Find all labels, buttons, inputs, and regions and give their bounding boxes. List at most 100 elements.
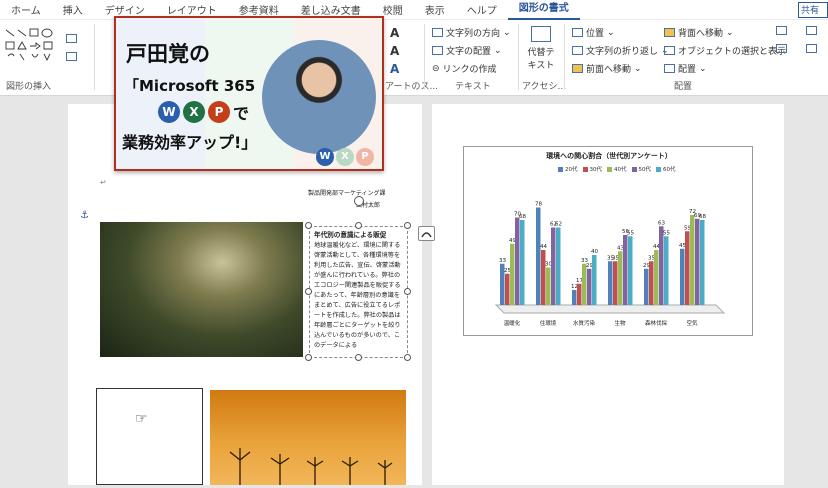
tab-design[interactable]: デザイン bbox=[94, 2, 156, 17]
align-icon bbox=[664, 64, 675, 73]
chart-bar bbox=[592, 255, 597, 305]
position-button[interactable]: 位置 ⌄ bbox=[572, 26, 615, 39]
textbox-body: 地球温暖化など、環境に関する啓蒙活動として、各種環境等を利用した広告、宣伝、啓蒙… bbox=[314, 241, 401, 350]
resize-handle[interactable] bbox=[355, 222, 362, 229]
resize-handle[interactable] bbox=[305, 288, 312, 295]
wrap-text-icon bbox=[572, 46, 583, 55]
rotate-button[interactable] bbox=[776, 44, 787, 53]
group-button[interactable] bbox=[776, 26, 787, 35]
tab-mailings[interactable]: 差し込み文書 bbox=[290, 2, 372, 17]
chart-bar bbox=[680, 248, 685, 305]
text-fill-button[interactable]: A bbox=[390, 26, 399, 40]
forest-image[interactable] bbox=[100, 222, 303, 357]
chart-data-label: 40 bbox=[591, 249, 598, 255]
legend-label: 20代 bbox=[565, 167, 578, 173]
tab-references[interactable]: 参考資料 bbox=[228, 2, 290, 17]
chevron-down-icon: ⌄ bbox=[634, 63, 642, 74]
chart-data-label: 33 bbox=[499, 258, 506, 264]
chart-floor bbox=[494, 304, 726, 314]
selected-text-box[interactable]: 年代別の意識による販促 地球温暖化など、環境に関する啓蒙活動として、各種環境等を… bbox=[309, 226, 408, 358]
text-align-button[interactable]: 文字の配置 ⌄ bbox=[432, 44, 502, 57]
tab-home[interactable]: ホーム bbox=[0, 2, 52, 17]
chart-data-label: 63 bbox=[658, 220, 665, 226]
create-link-label: リンクの作成 bbox=[442, 65, 497, 75]
chart-bar bbox=[628, 236, 633, 305]
chart-bar bbox=[623, 235, 628, 305]
height-field[interactable] bbox=[806, 26, 817, 35]
excel-icon: X bbox=[183, 101, 205, 123]
chevron-down-icon: ⌄ bbox=[494, 45, 502, 56]
chart-bar bbox=[556, 227, 561, 305]
text-direction-label: 文字列の方向 bbox=[446, 29, 501, 39]
legend-item: 30代 bbox=[582, 165, 602, 173]
rotate-icon bbox=[776, 44, 787, 53]
position-icon bbox=[572, 28, 583, 37]
chart-bar bbox=[695, 218, 700, 305]
chart-bar bbox=[541, 250, 546, 305]
send-backward-icon bbox=[664, 28, 675, 37]
group-label-accessibility: アクセシ... bbox=[522, 82, 567, 92]
tab-shape-format[interactable]: 図形の書式 bbox=[507, 0, 580, 20]
chart-bar bbox=[644, 268, 649, 305]
send-backward-button[interactable]: 背面へ移動 ⌄ bbox=[664, 26, 734, 39]
resize-handle[interactable] bbox=[305, 354, 312, 361]
resize-handle[interactable] bbox=[355, 354, 362, 361]
chart-legend: 20代 30代 40代 50代 60代 bbox=[558, 165, 676, 173]
text-outline-button[interactable]: A bbox=[390, 44, 399, 58]
chart-bar bbox=[582, 263, 587, 305]
small-image-frame[interactable]: ☞ bbox=[96, 388, 203, 485]
shape-gallery[interactable] bbox=[4, 26, 64, 68]
legend-item: 50代 bbox=[631, 165, 652, 173]
article-banner[interactable]: 戸田覚の 「Microsoft 365 W X P で 業務効率アップ!」 W … bbox=[114, 16, 384, 171]
bring-forward-button[interactable]: 前面へ移動 ⌄ bbox=[572, 62, 642, 75]
create-link-button[interactable]: ⊝ リンクの作成 bbox=[432, 62, 497, 76]
wind-turbine-image[interactable] bbox=[210, 390, 406, 485]
text-align-label: 文字の配置 bbox=[446, 47, 492, 57]
chevron-down-icon: ⌄ bbox=[503, 27, 511, 38]
legend-label: 60代 bbox=[663, 167, 676, 173]
edit-shape-button[interactable] bbox=[66, 34, 77, 43]
group-label-arrange: 配置 bbox=[674, 82, 693, 92]
alt-text-button[interactable]: 代替テキスト bbox=[524, 26, 558, 71]
tab-review[interactable]: 校閲 bbox=[372, 2, 414, 17]
banner-title-line2: 「Microsoft 365 bbox=[124, 77, 256, 95]
banner-title-line3-suffix: で bbox=[233, 104, 250, 123]
alt-text-icon bbox=[531, 26, 551, 42]
selection-pane-button[interactable]: オブジェクトの選択と表示 bbox=[664, 44, 786, 57]
banner-title-line4: 業務効率アップ!」 bbox=[122, 133, 258, 152]
bar-chart[interactable]: 環境への関心割合（世代別アンケート） 20代 30代 40代 50代 60代 33 25 4… bbox=[463, 146, 753, 336]
chart-data-label: 12 bbox=[571, 284, 578, 290]
resize-handle[interactable] bbox=[404, 222, 411, 229]
legend-swatch bbox=[558, 166, 563, 172]
tab-insert[interactable]: 挿入 bbox=[52, 2, 94, 17]
wrap-text-label: 文字列の折り返し bbox=[586, 47, 659, 57]
tab-layout[interactable]: レイアウト bbox=[156, 2, 228, 17]
share-button[interactable]: 共有 bbox=[798, 2, 828, 18]
text-box-button[interactable] bbox=[66, 52, 77, 61]
width-field[interactable] bbox=[806, 44, 817, 53]
edit-shape-icon bbox=[66, 34, 77, 43]
chart-plot: 3325497068温暖化7844306262住環境1217332940水質汚染… bbox=[494, 202, 726, 327]
align-button[interactable]: 配置 ⌄ bbox=[664, 62, 707, 75]
text-effects-button[interactable]: A bbox=[390, 62, 399, 76]
layout-options-button[interactable] bbox=[418, 226, 435, 241]
alt-text-label: 代替テキスト bbox=[527, 48, 555, 71]
chart-data-label: 78 bbox=[535, 202, 542, 208]
doc-header-line1: 製品開発部マーケティング課 bbox=[308, 190, 386, 197]
chart-category-label: 水質汚染 bbox=[573, 319, 596, 327]
width-icon bbox=[806, 44, 817, 53]
legend-label: 50代 bbox=[638, 167, 652, 173]
group-icon bbox=[776, 26, 787, 35]
tab-view[interactable]: 表示 bbox=[414, 2, 456, 17]
text-direction-button[interactable]: 文字列の方向 ⌄ bbox=[432, 26, 511, 39]
cursor-icon: ☞ bbox=[135, 411, 148, 427]
chart-data-label: 55 bbox=[627, 230, 634, 236]
resize-handle[interactable] bbox=[404, 354, 411, 361]
chart-data-label: 44 bbox=[540, 244, 547, 250]
paragraph-mark: ↵ bbox=[100, 178, 107, 187]
wrap-text-button[interactable]: 文字列の折り返し ⌄ bbox=[572, 44, 669, 57]
resize-handle[interactable] bbox=[305, 222, 312, 229]
resize-handle[interactable] bbox=[404, 288, 411, 295]
rotate-handle[interactable] bbox=[354, 196, 364, 206]
tab-help[interactable]: ヘルプ bbox=[456, 2, 508, 17]
